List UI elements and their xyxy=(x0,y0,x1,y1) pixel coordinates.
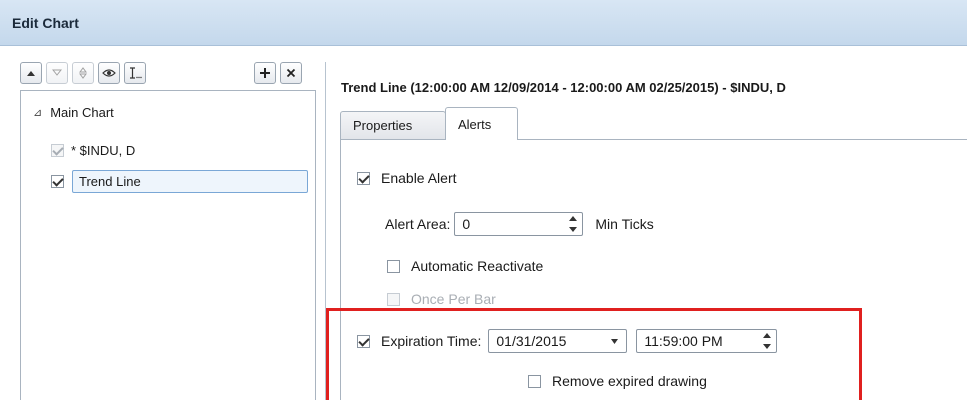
remove-icon xyxy=(286,68,296,78)
automatic-reactivate-row[interactable]: Automatic Reactivate xyxy=(387,255,543,277)
text-format-button[interactable] xyxy=(124,62,146,84)
tree-item-indu[interactable]: * $INDU, D xyxy=(51,139,135,161)
once-per-bar-label: Once Per Bar xyxy=(411,291,496,307)
add-icon xyxy=(260,68,270,78)
enable-alert-label: Enable Alert xyxy=(381,170,457,186)
enable-alert-row[interactable]: Enable Alert xyxy=(357,167,457,189)
stepper-up-icon[interactable] xyxy=(763,333,772,338)
visibility-eye-icon xyxy=(102,69,116,77)
remove-expired-label: Remove expired drawing xyxy=(552,373,707,389)
reorder-icon xyxy=(79,67,87,79)
once-per-bar-row: Once Per Bar xyxy=(387,288,496,310)
remove-expired-row[interactable]: Remove expired drawing xyxy=(528,370,707,392)
remove-button[interactable] xyxy=(280,62,302,84)
toggle-visibility-button[interactable] xyxy=(98,62,120,84)
alert-area-row: Alert Area: Min Ticks xyxy=(385,211,654,237)
title-bar: Edit Chart xyxy=(0,0,967,46)
chevron-down-icon xyxy=(611,339,619,344)
move-down-button[interactable] xyxy=(46,62,68,84)
window-title: Edit Chart xyxy=(12,15,79,31)
remove-expired-checkbox[interactable] xyxy=(528,374,541,388)
automatic-reactivate-label: Automatic Reactivate xyxy=(411,258,544,274)
move-up-button[interactable] xyxy=(20,62,42,84)
alerts-panel: Enable Alert Alert Area: Min Ticks Autom… xyxy=(340,139,967,400)
panel-divider[interactable] xyxy=(325,62,326,400)
expiration-time-stepper[interactable] xyxy=(636,329,778,353)
stepper-arrows[interactable] xyxy=(568,216,578,232)
once-per-bar-checkbox xyxy=(387,292,400,306)
tab-alerts[interactable]: Alerts xyxy=(445,107,518,140)
tree-root-main-chart[interactable]: ⊿ Main Chart xyxy=(33,101,114,123)
time-stepper-arrows[interactable] xyxy=(762,333,772,349)
stepper-up-icon[interactable] xyxy=(569,216,578,221)
automatic-reactivate-checkbox[interactable] xyxy=(387,259,400,273)
alert-area-stepper[interactable] xyxy=(454,212,584,236)
tree-item-indu-checkbox[interactable] xyxy=(51,143,64,157)
tree-item-label-selected[interactable]: Trend Line xyxy=(72,169,308,193)
expiration-date-value: 01/31/2015 xyxy=(496,333,567,349)
text-format-icon xyxy=(130,67,142,79)
tree-item-label: * $INDU, D xyxy=(71,142,136,158)
collapse-triangle-icon[interactable]: ⊿ xyxy=(33,106,42,119)
tab-properties[interactable]: Properties xyxy=(340,111,446,139)
stepper-down-icon[interactable] xyxy=(569,227,578,232)
move-up-icon xyxy=(27,71,35,76)
alert-area-unit: Min Ticks xyxy=(595,216,654,232)
alert-area-input[interactable] xyxy=(462,213,583,235)
expiration-date-dropdown[interactable]: 01/31/2015 xyxy=(488,329,628,353)
reorder-button[interactable] xyxy=(72,62,94,84)
add-button[interactable] xyxy=(254,62,276,84)
tree-item-trend-line[interactable]: Trend Line xyxy=(51,169,308,193)
tree-item-trend-line-checkbox[interactable] xyxy=(51,174,64,188)
tree-root-label: Main Chart xyxy=(50,104,114,120)
alert-area-label: Alert Area: xyxy=(385,216,451,232)
expiration-time-input[interactable] xyxy=(644,330,777,352)
move-down-icon xyxy=(52,69,62,76)
expiration-time-checkbox[interactable] xyxy=(357,334,370,348)
expiration-time-row: Expiration Time: 01/31/2015 xyxy=(357,328,778,354)
enable-alert-checkbox[interactable] xyxy=(357,171,370,185)
stepper-down-icon[interactable] xyxy=(763,344,772,349)
expiration-time-label: Expiration Time: xyxy=(381,333,482,349)
drawing-heading: Trend Line (12:00:00 AM 12/09/2014 - 12:… xyxy=(341,80,786,95)
chart-tree: ⊿ Main Chart * $INDU, D Trend Line xyxy=(20,90,316,400)
